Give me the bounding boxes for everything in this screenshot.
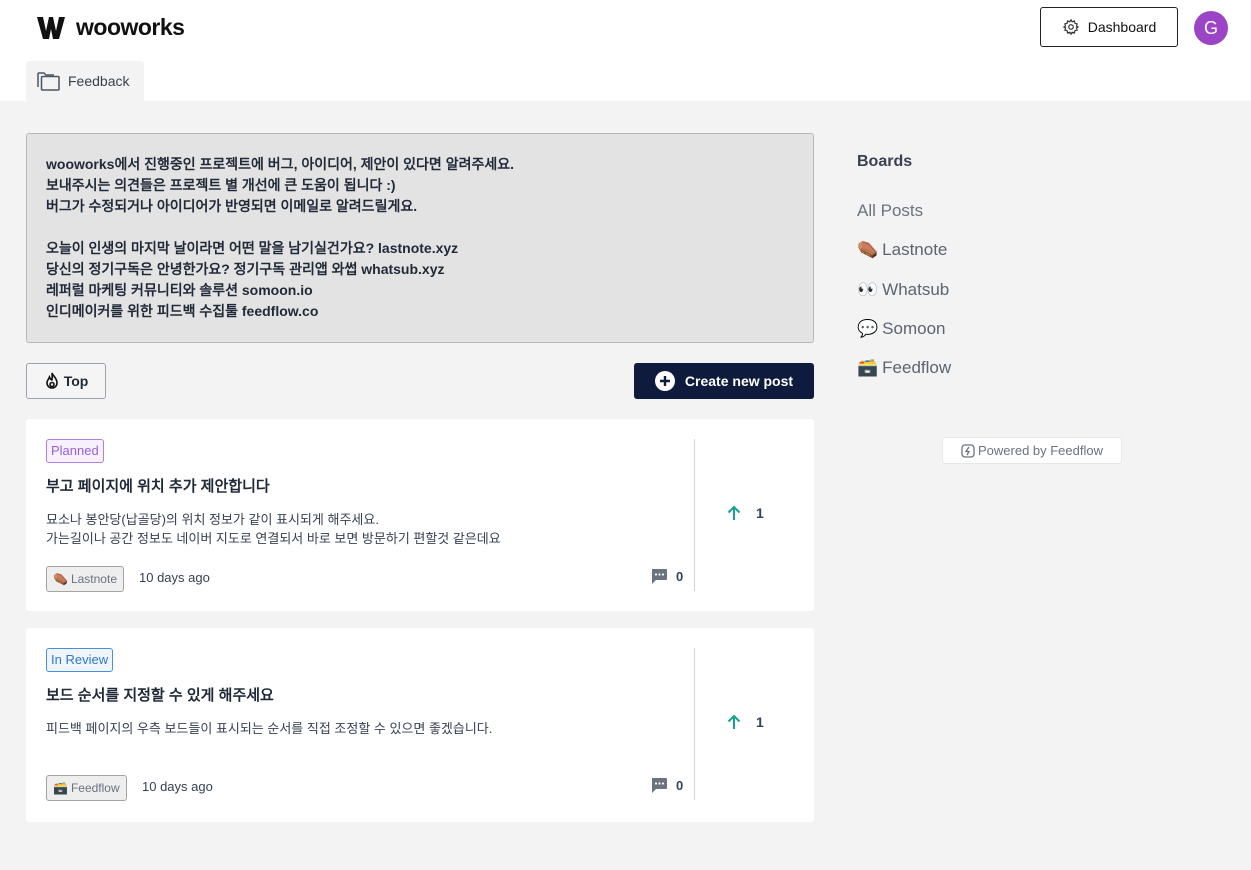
divider	[694, 648, 695, 800]
speech-bubble-icon: 💬	[857, 319, 879, 338]
card-file-box-icon: 🗃️	[53, 781, 68, 795]
folders-icon	[37, 71, 60, 91]
sidebar-item-label: Lastnote	[882, 240, 948, 259]
logo-text: wooworks	[76, 14, 185, 40]
wooworks-logo-icon	[37, 16, 65, 39]
top-bar: wooworks Dashboard G Feedback	[0, 0, 1251, 101]
notice-line: 당신의 정기구독은 안녕한가요? 정기구독 관리앱 와썹 whatsub.xyz	[46, 261, 445, 277]
vote-count: 1	[756, 714, 764, 730]
upvote-button[interactable]: 1	[726, 714, 764, 730]
notice-line: wooworks에서 진행중인 프로젝트에 버그, 아이디어, 제안이 있다면 …	[46, 156, 514, 172]
vote-count: 1	[756, 505, 764, 521]
board-tag[interactable]: ⚰️ Lastnote	[46, 566, 124, 592]
comment-icon	[652, 778, 667, 793]
flame-icon	[45, 372, 58, 389]
post-time: 10 days ago	[139, 570, 210, 585]
board-tag-label: Lastnote	[70, 572, 117, 586]
notice-line	[46, 217, 794, 238]
notice-box: wooworks에서 진행중인 프로젝트에 버그, 아이디어, 제안이 있다면 …	[26, 133, 814, 343]
board-tag[interactable]: 🗃️ Feedflow	[46, 775, 127, 801]
post-description-line: 피드백 페이지의 우측 보드들이 표시되는 순서를 직접 조정할 수 있으면 좋…	[46, 721, 493, 736]
board-tag-label: Feedflow	[70, 781, 120, 795]
dashboard-button[interactable]: Dashboard	[1040, 7, 1178, 47]
post-title[interactable]: 보드 순서를 지정할 수 있게 해주세요	[46, 684, 274, 705]
status-badge: In Review	[46, 648, 114, 672]
arrow-up-icon	[727, 714, 741, 729]
coffin-icon: ⚰️	[857, 240, 879, 259]
upvote-button[interactable]: 1	[726, 505, 764, 521]
create-post-label: Create new post	[684, 373, 794, 389]
divider	[694, 439, 695, 591]
create-post-button[interactable]: Create new post	[634, 363, 814, 399]
comment-count-value: 0	[676, 569, 684, 584]
post-description-line: 묘소나 봉안당(납골당)의 위치 정보가 같이 표시되게 해주세요.	[46, 512, 379, 527]
comment-count[interactable]: 0	[650, 777, 683, 794]
sidebar-item-all-posts[interactable]: All Posts	[857, 201, 923, 221]
post-description: 피드백 페이지의 우측 보드들이 표시되는 순서를 직접 조정할 수 있으면 좋…	[46, 719, 492, 738]
post-time: 10 days ago	[142, 779, 213, 794]
powered-by-label: Powered by Feedflow	[977, 443, 1103, 458]
card-file-box-icon: 🗃️	[857, 358, 879, 377]
post-description-line: 가는길이나 공간 정보도 네이버 지도로 연결되서 바로 보면 방문하기 편할것…	[46, 531, 501, 546]
logo[interactable]: wooworks	[36, 14, 185, 41]
sidebar-item-feedflow[interactable]: 🗃️ Feedflow	[857, 358, 951, 378]
sidebar-item-label: Somoon	[882, 319, 946, 338]
bolt-icon	[961, 443, 975, 458]
notice-line: 오늘이 인생의 마지막 날이라면 어떤 말을 남기실건가요? lastnote.…	[46, 240, 459, 256]
sort-top-label: Top	[63, 373, 89, 389]
comment-count-value: 0	[676, 778, 684, 793]
post-card[interactable]: In Review 보드 순서를 지정할 수 있게 해주세요 피드백 페이지의 …	[26, 628, 814, 822]
sidebar-item-label: All Posts	[857, 201, 924, 220]
gear-icon	[1062, 18, 1080, 36]
sidebar-item-lastnote[interactable]: ⚰️ Lastnote	[857, 240, 947, 260]
notice-line: 버그가 수정되거나 아이디어가 반영되면 이메일로 알려드릴게요.	[46, 198, 418, 214]
post-title[interactable]: 부고 페이지에 위치 추가 제안합니다	[46, 475, 270, 496]
status-badge: Planned	[46, 439, 104, 463]
tab-feedback[interactable]: Feedback	[26, 61, 144, 101]
sort-top-button[interactable]: Top	[26, 363, 106, 399]
arrow-up-icon	[727, 505, 741, 520]
comment-count[interactable]: 0	[650, 568, 683, 585]
notice-line: 레퍼럴 마케팅 커뮤니티와 솔루션 somoon.io	[46, 282, 313, 298]
sidebar-item-label: Whatsub	[882, 280, 950, 299]
sidebar-item-label: Feedflow	[882, 358, 952, 377]
dashboard-label: Dashboard	[1087, 19, 1157, 35]
plus-circle-icon	[654, 371, 675, 391]
sidebar-item-whatsub[interactable]: 👀 Whatsub	[857, 280, 949, 300]
boards-heading: Boards	[857, 153, 913, 170]
post-card[interactable]: Planned 부고 페이지에 위치 추가 제안합니다 묘소나 봉안당(납골당)…	[26, 419, 814, 611]
notice-line: 보내주시는 의견들은 프로젝트 별 개선에 큰 도움이 됩니다 :)	[46, 177, 396, 193]
powered-by-link[interactable]: Powered by Feedflow	[942, 437, 1122, 464]
eyes-icon: 👀	[857, 280, 879, 299]
coffin-icon: ⚰️	[53, 572, 68, 586]
avatar[interactable]: G	[1194, 11, 1228, 45]
sidebar-item-somoon[interactable]: 💬 Somoon	[857, 319, 946, 339]
notice-line: 인디메이커를 위한 피드백 수집툴 feedflow.co	[46, 303, 319, 319]
comment-icon	[652, 569, 667, 584]
post-description: 묘소나 봉안당(납골당)의 위치 정보가 같이 표시되게 해주세요. 가는길이나…	[46, 510, 501, 548]
tab-feedback-label: Feedback	[68, 73, 130, 89]
